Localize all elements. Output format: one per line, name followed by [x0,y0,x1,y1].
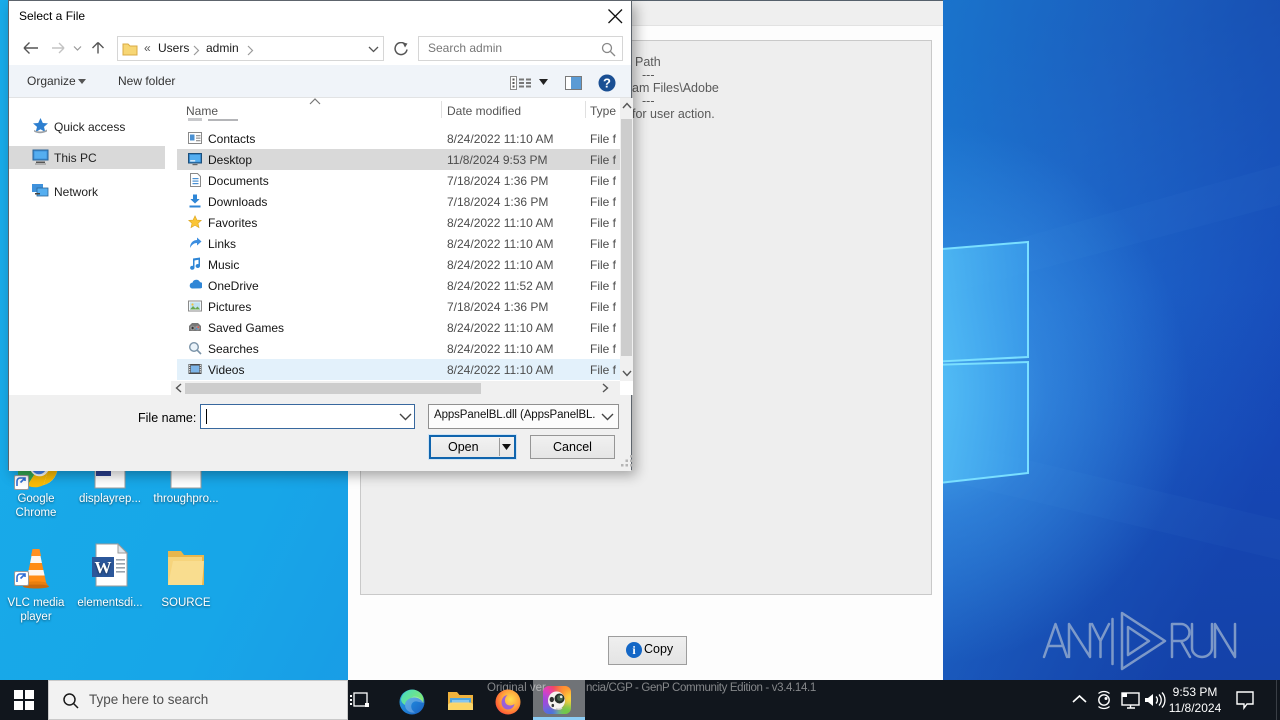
svg-text:?: ? [603,76,611,91]
svg-text:W: W [95,558,112,577]
